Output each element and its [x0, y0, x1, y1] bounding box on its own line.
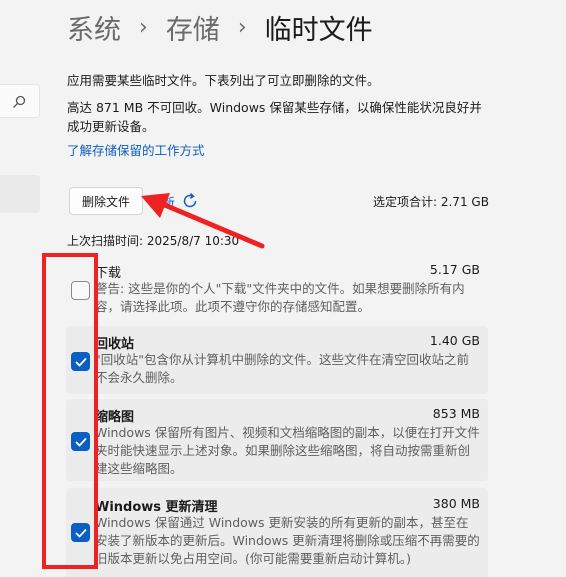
- list-item-downloads: 下载 5.17 GB 警告: 这些是你的个人"下载"文件夹中的文件。如果想要删除…: [66, 256, 488, 318]
- item-title: 缩略图: [95, 410, 135, 425]
- list-item-recycle-bin: 回收站 1.40 GB "回收站"包含你从计算机中删除的文件。这些文件在清空回收…: [66, 326, 488, 394]
- item-title: Windows 更新清理: [95, 500, 218, 515]
- item-description: "回收站"包含你从计算机中删除的文件。这些文件在清空回收站之前不会永久删除。: [95, 352, 470, 385]
- checkmark-icon: [75, 437, 87, 447]
- item-description: Windows 保留通过 Windows 更新安装的所有更新的副本，甚至在安装了…: [95, 515, 480, 566]
- item-size: 1.40 GB: [429, 333, 480, 348]
- breadcrumb-system[interactable]: 系统: [67, 8, 121, 47]
- item-title: 回收站: [95, 337, 135, 352]
- breadcrumb-storage[interactable]: 存储: [166, 8, 220, 47]
- sidebar-selected-item[interactable]: [0, 175, 40, 213]
- list-item-thumbnails: 缩略图 853 MB Windows 保留所有图片、视频和文档缩略图的副本，以便…: [66, 399, 488, 481]
- item-description: 警告: 这些是你的个人"下载"文件夹中的文件。如果想要删除所有内容，请选择此项。…: [95, 281, 465, 314]
- chevron-right-icon: ›: [139, 14, 148, 40]
- refresh-label: 刷新: [150, 194, 176, 210]
- reserved-storage-text: 高达 871 MB 不可回收。Windows 保留某些存储，以确保性能状况良好并…: [67, 100, 482, 134]
- breadcrumb: 系统 › 存储 › 临时文件: [67, 4, 373, 50]
- chevron-right-icon: ›: [237, 14, 247, 40]
- checkbox-downloads[interactable]: [71, 281, 90, 300]
- checkmark-icon: [75, 357, 87, 367]
- sidebar-search-box[interactable]: [0, 84, 40, 118]
- refresh-icon: [183, 192, 197, 208]
- item-size: 380 MB: [432, 496, 480, 511]
- search-icon: [13, 95, 26, 108]
- checkbox-thumbnails[interactable]: [71, 432, 90, 451]
- checkbox-windows-update-cleanup[interactable]: [71, 523, 90, 542]
- checkmark-icon: [75, 528, 87, 538]
- item-size: 5.17 GB: [429, 262, 480, 277]
- page-description: 应用需要某些临时文件。下表列出了可立即删除的文件。: [67, 73, 380, 88]
- last-scan-time: 上次扫描时间: 2025/8/7 10:30: [67, 234, 240, 248]
- learn-storage-reserve-link[interactable]: 了解存储保留的工作方式: [67, 140, 205, 159]
- checkbox-recycle-bin[interactable]: [71, 352, 90, 371]
- delete-files-button[interactable]: 删除文件: [69, 187, 143, 215]
- refresh-button[interactable]: 刷新: [150, 190, 199, 212]
- list-item-windows-update-cleanup: Windows 更新清理 380 MB Windows 保留通过 Windows…: [66, 488, 488, 577]
- page-title: 临时文件: [264, 14, 373, 46]
- item-description: Windows 保留所有图片、视频和文档缩略图的副本，以便在打开文件夹时能快速显…: [95, 425, 480, 476]
- item-size: 853 MB: [432, 406, 480, 421]
- item-title: 下载: [95, 266, 122, 281]
- selected-total: 选定项合计: 2.71 GB: [373, 195, 489, 209]
